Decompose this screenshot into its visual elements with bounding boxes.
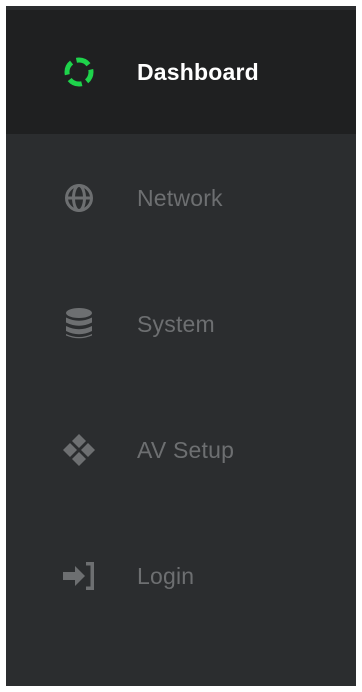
globe-icon [61,180,97,216]
sidebar-item-label: Dashboard [137,58,259,85]
sidebar-nav: Dashboard Network System AV Setup Login [6,6,356,686]
sidebar-item-label: System [137,310,215,337]
dashboard-ring-icon [61,54,97,90]
diamond-arrows-icon [61,432,97,468]
sidebar-item-login[interactable]: Login [6,514,356,638]
sidebar-item-system[interactable]: System [6,262,356,386]
sidebar-item-label: Network [137,184,223,211]
sidebar-item-av-setup[interactable]: AV Setup [6,388,356,512]
sidebar-item-label: Login [137,562,195,589]
sidebar-item-dashboard[interactable]: Dashboard [6,10,356,134]
sidebar-item-network[interactable]: Network [6,136,356,260]
sign-in-icon [61,558,97,594]
database-icon [61,306,97,342]
sidebar-item-label: AV Setup [137,436,235,463]
